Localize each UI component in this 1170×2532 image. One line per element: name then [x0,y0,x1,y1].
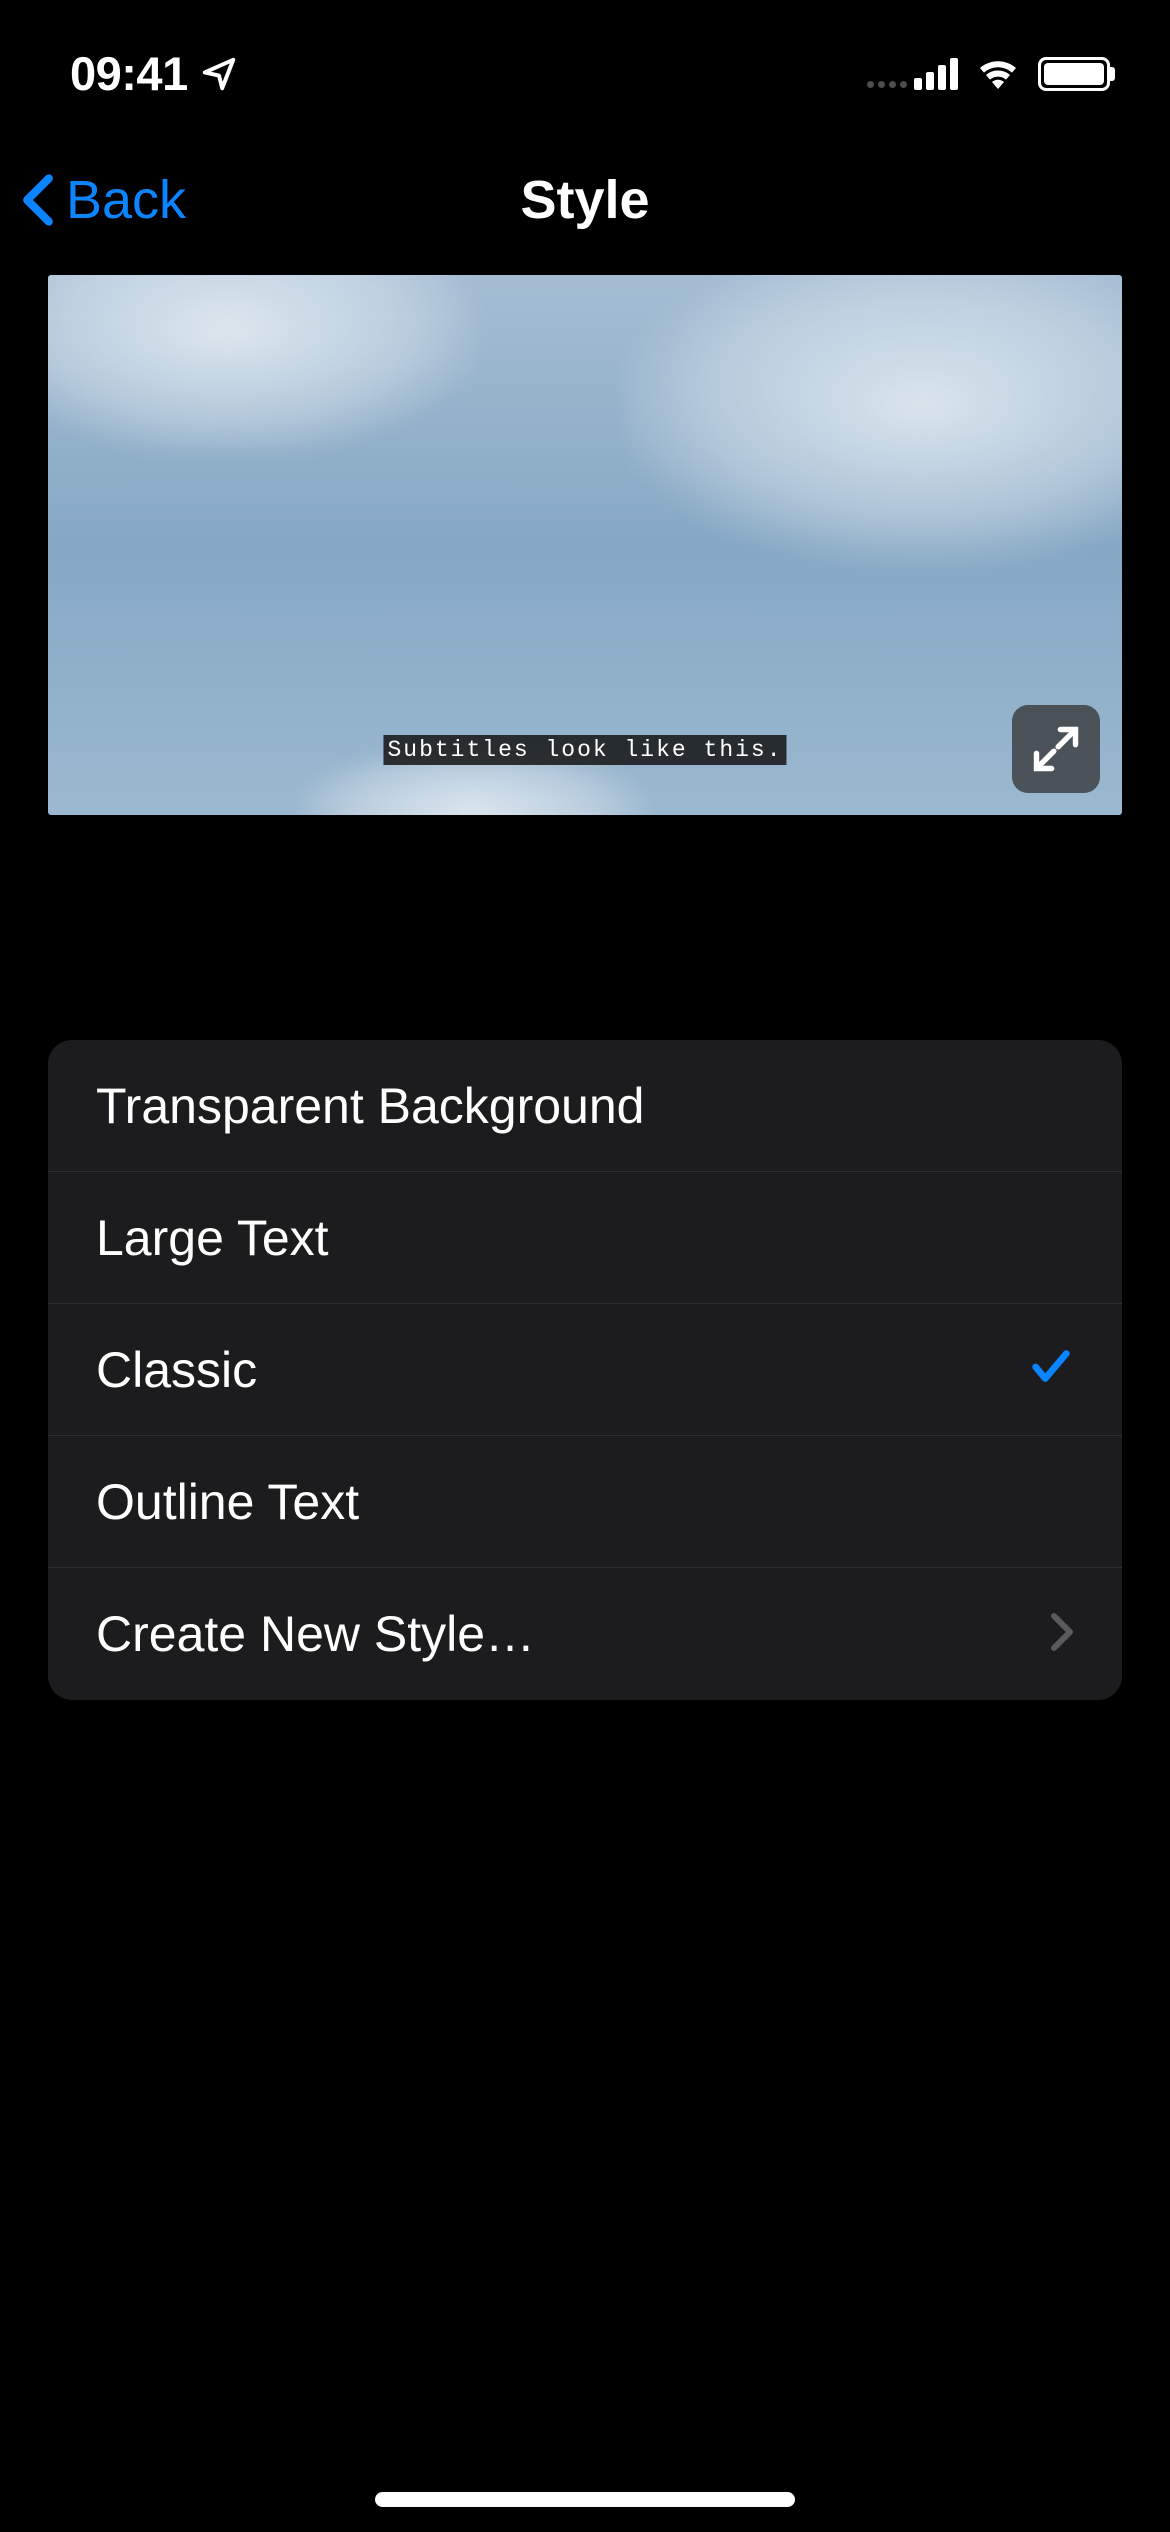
decorative-cloud [622,275,1122,565]
page-title: Style [520,169,649,231]
subtitle-sample-text: Subtitles look like this. [383,735,786,765]
wifi-icon [974,53,1022,94]
status-time: 09:41 [70,46,188,101]
style-option-outline-text[interactable]: Outline Text [48,1436,1122,1568]
navigation-bar: Back Style [0,135,1170,265]
chevron-left-icon [20,173,56,227]
style-option-transparent-background[interactable]: Transparent Background [48,1040,1122,1172]
expand-button[interactable] [1012,705,1100,793]
status-time-area: 09:41 [70,46,238,101]
home-indicator[interactable] [375,2492,795,2507]
subtitle-preview-area: Subtitles look like this. [48,275,1122,815]
status-indicators [867,53,1110,94]
status-bar: 09:41 [0,0,1170,135]
style-option-classic[interactable]: Classic [48,1304,1122,1436]
decorative-cloud [48,275,478,455]
create-new-style-button[interactable]: Create New Style… [48,1568,1122,1700]
list-item-label: Transparent Background [96,1077,644,1135]
battery-icon [1038,57,1110,91]
expand-icon [1030,723,1082,775]
back-button[interactable]: Back [20,169,186,231]
checkmark-icon [1028,1344,1074,1395]
style-options-list: Transparent Background Large Text Classi… [48,1040,1122,1700]
list-item-label: Classic [96,1341,257,1399]
list-item-label: Large Text [96,1209,329,1267]
list-item-label: Create New Style… [96,1605,535,1663]
location-icon [200,55,238,93]
back-label: Back [66,169,186,231]
style-option-large-text[interactable]: Large Text [48,1172,1122,1304]
list-item-label: Outline Text [96,1473,359,1531]
cellular-signal-icon [867,58,958,90]
chevron-right-icon [1050,1612,1074,1657]
